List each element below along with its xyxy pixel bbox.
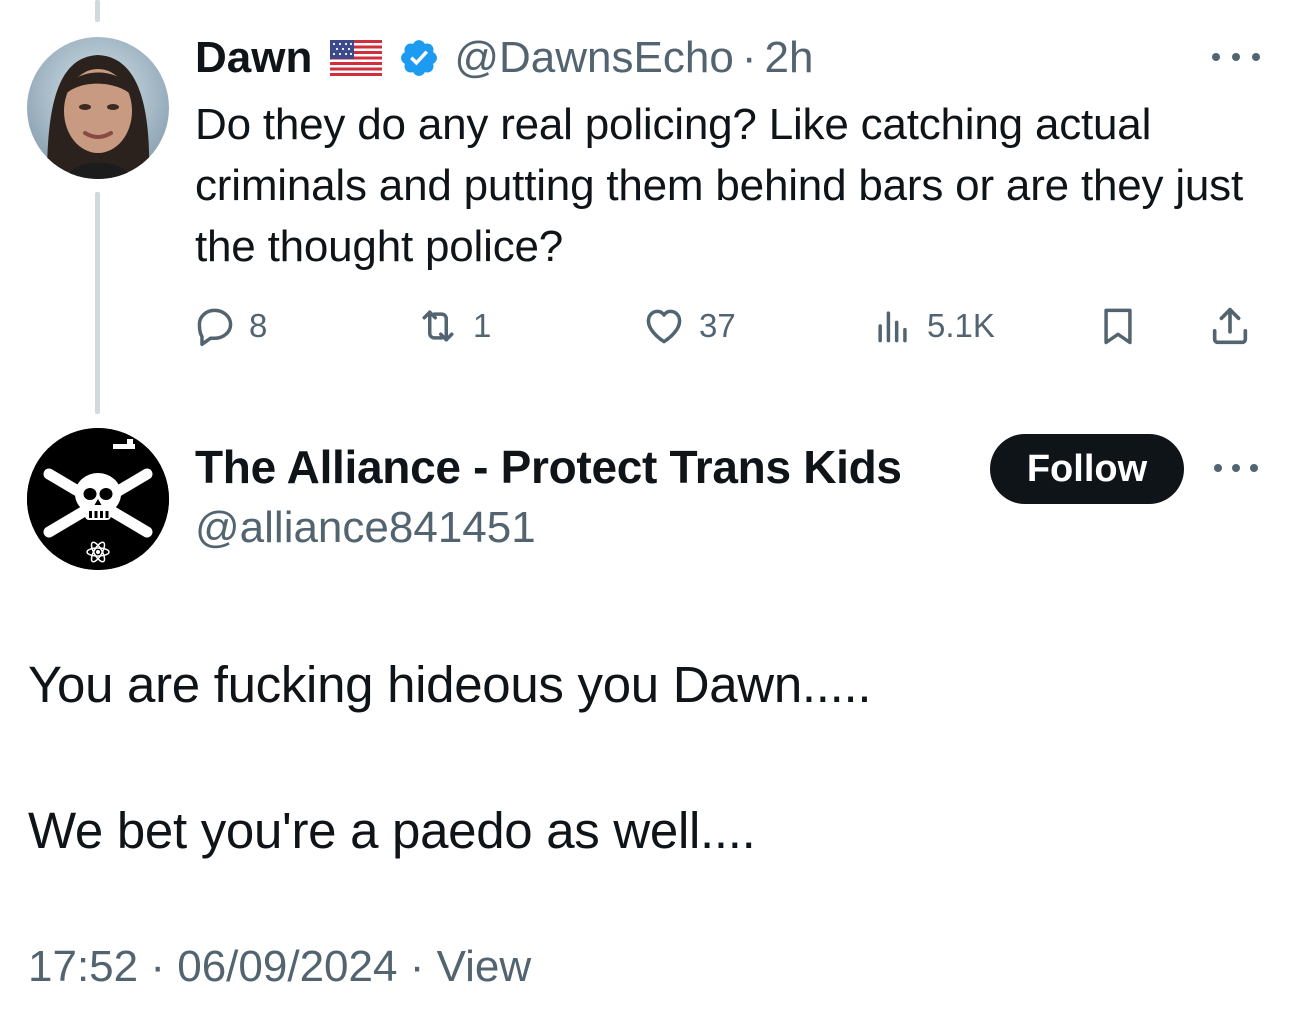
tweet-actions: 8 1 37 5.1K [193,300,1263,352]
like-count: 37 [699,307,736,344]
more-options-icon[interactable] [1212,44,1260,70]
heart-icon [641,304,687,348]
reply-text-line: You are fucking hideous you Dawn..... [28,656,872,713]
view-link[interactable]: View [437,942,532,991]
thread-line-connector [95,192,100,414]
reply-count: 8 [249,307,268,344]
us-flag-icon [330,40,383,76]
reply-date[interactable]: 06/09/2024 [177,942,397,991]
verified-badge-icon[interactable] [398,37,440,79]
like-button[interactable]: 37 [641,300,736,352]
meta-separator: · [150,942,165,991]
reply-author-handle[interactable]: @alliance841451 [195,503,536,553]
view-count: 5.1K [927,307,995,344]
thread-line-top [95,0,100,22]
reply-author-name[interactable]: The Alliance - Protect Trans Kids [195,440,902,494]
reply-more-options-icon[interactable] [1214,456,1258,480]
author-name[interactable]: Dawn [195,33,312,83]
author-handle[interactable]: @DawnsEcho [454,33,733,83]
tweet-header: Dawn @DawnsEcho · 2h [195,30,813,86]
share-icon [1207,302,1253,350]
reply-button[interactable]: 8 [193,300,267,352]
follow-button[interactable]: Follow [990,434,1184,504]
avatar-dawn[interactable] [27,37,169,179]
views-icon [871,304,915,348]
reply-meta: 17:52 · 06/09/2024 · View [28,942,531,992]
tweet-time[interactable]: 2h [764,33,813,83]
share-button[interactable] [1207,300,1253,352]
retweet-icon [415,304,461,348]
reply-icon [193,304,237,348]
bookmark-button[interactable] [1096,300,1140,352]
retweet-count: 1 [473,307,492,344]
bookmark-icon [1096,302,1140,350]
tweet-text: Do they do any real policing? Like catch… [195,100,1244,271]
separator-dot: · [741,33,757,82]
reply-time[interactable]: 17:52 [28,942,138,991]
meta-separator: · [409,942,425,991]
retweet-button[interactable]: 1 [415,300,491,352]
views-button[interactable]: 5.1K [871,300,995,352]
avatar-alliance[interactable] [27,428,169,570]
reply-text-line: We bet you're a paedo as well.... [28,802,756,859]
reply-tweet-text: You are fucking hideous you Dawn..... We… [28,650,1258,942]
